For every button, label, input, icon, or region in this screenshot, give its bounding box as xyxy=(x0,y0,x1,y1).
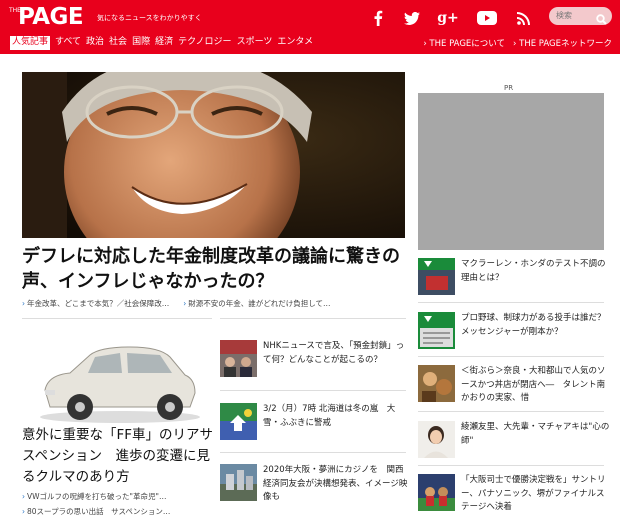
hero-related-link[interactable]: › 年金改革、どこまで本気？／社会保障改… xyxy=(22,298,169,309)
nav-item-economy[interactable]: 経済 xyxy=(155,36,173,50)
divider xyxy=(22,318,212,319)
news-thumbnail xyxy=(220,464,257,501)
hero-related-link-text: 財源不安の年金、誰がどれだけ負担して… xyxy=(188,299,331,308)
search-placeholder: 検索 xyxy=(556,11,572,20)
weather-thumbnail xyxy=(220,403,257,440)
advertisement[interactable] xyxy=(418,93,604,250)
news-list-item[interactable]: 2020年大阪・夢洲にカジノを 関西経済同友会が決構想発表、イメージ映像も xyxy=(220,464,408,514)
site-header: THE PAGE 気になるニュースをわかりやすく g+ 検索 人気記事 すべて … xyxy=(0,0,620,54)
nav-item-entertainment[interactable]: エンタメ xyxy=(277,36,313,50)
hero-image[interactable] xyxy=(22,72,405,238)
divider xyxy=(418,356,604,357)
news-headline: 2020年大阪・夢洲にカジノを 関西経済同友会が決構想発表、イメージ映像も xyxy=(263,465,408,502)
car-related-link[interactable]: › VWゴルフの呪縛を打ち破った"革命児"… xyxy=(22,489,212,504)
person-thumbnail xyxy=(418,421,455,458)
nav-item-society[interactable]: 社会 xyxy=(109,36,127,50)
hero-headline[interactable]: デフレに対応した年金制度改革の議論に驚きの声、インフレじゃなかったの？ xyxy=(22,244,405,294)
site-tagline: 気になるニュースをわかりやすく xyxy=(97,14,202,22)
divider xyxy=(220,318,406,319)
arrow-icon: › xyxy=(183,299,187,308)
news-headline: ＜街ぶら＞奈良・大和都山で人気のソースかつ丼店が閉店へ― タレント南かおりの実家… xyxy=(461,366,606,403)
network-link[interactable]: › THE PAGEネットワーク xyxy=(513,37,612,49)
youtube-icon[interactable] xyxy=(475,8,499,28)
hero-related-link[interactable]: › 財源不安の年金、誰がどれだけ負担して… xyxy=(183,298,330,309)
sidebar-news-item[interactable]: ＜街ぶら＞奈良・大和都山で人気のソースかつ丼店が閉店へ― タレント南かおりの実家… xyxy=(418,365,608,411)
car-article-image[interactable] xyxy=(30,335,205,427)
sidebar-news-item[interactable]: マクラーレン・ホンダのテスト不調の理由とは？ xyxy=(418,258,608,304)
news-headline: NHKニュースで言及、「預金封鎖」って何？どんなことが起こるの？ xyxy=(263,341,405,365)
search-input[interactable]: 検索 xyxy=(549,7,612,25)
news-list-item[interactable]: NHKニュースで言及、「預金封鎖」って何？どんなことが起こるの？ xyxy=(220,340,406,390)
divider xyxy=(220,452,406,453)
divider xyxy=(418,302,604,303)
nav-item-politics[interactable]: 政治 xyxy=(86,36,104,50)
nav-item-international[interactable]: 国際 xyxy=(132,36,150,50)
divider xyxy=(418,411,604,412)
news-thumbnail xyxy=(418,365,455,402)
baseball-thumbnail xyxy=(418,312,455,349)
divider xyxy=(220,390,406,391)
hero-related-links: › 年金改革、どこまで本気？／社会保障改… › 財源不安の年金、誰がどれだけ負担して… xyxy=(22,298,405,309)
news-headline: マクラーレン・ホンダのテスト不調の理由とは？ xyxy=(461,259,606,283)
divider xyxy=(418,465,604,466)
news-thumbnail xyxy=(418,474,455,511)
sidebar-news-item[interactable]: 綾瀬友里、大先輩・マチャアキは"心の師" xyxy=(418,421,610,467)
twitter-icon[interactable] xyxy=(402,8,422,28)
arrow-icon: › xyxy=(22,507,25,516)
news-headline: 綾瀬友里、大先輩・マチャアキは"心の師" xyxy=(461,422,610,446)
sidebar-news-item[interactable]: プロ野球、制球力がある投手は誰だ？ メッセンジャーが剛本か？ xyxy=(418,312,615,358)
about-link[interactable]: › THE PAGEについて xyxy=(423,37,505,49)
car-related-link-text: VWゴルフの呪縛を打ち破った"革命児"… xyxy=(27,492,167,501)
search-icon[interactable] xyxy=(596,10,607,29)
news-thumbnail xyxy=(220,340,257,377)
nav-item-popular[interactable]: 人気記事 xyxy=(10,36,51,50)
nav-item-all[interactable]: すべて xyxy=(55,36,81,50)
car-related-links: › VWゴルフの呪縛を打ち破った"革命児"… › 80スープラの思い出話 サスペンシ… xyxy=(22,489,212,519)
header-links: › THE PAGEについて › THE PAGEネットワーク xyxy=(415,37,612,49)
car-related-link[interactable]: › 80スープラの思い出話 サスペンション… xyxy=(22,504,212,519)
car-related-link-text: 80スープラの思い出話 サスペンション… xyxy=(27,507,171,516)
arrow-icon: › xyxy=(22,492,25,501)
sidebar-news-item[interactable]: 「大阪司士で優勝決定戦を」サントリー、パナソニック、堺がファイナルステージへ決着 xyxy=(418,474,608,520)
news-headline: 3/2（月）7時 北海道は冬の嵐 大雪・ふぶきに警戒 xyxy=(263,404,396,428)
nav-item-technology[interactable]: テクノロジー xyxy=(178,36,231,50)
rss-icon[interactable] xyxy=(513,8,533,28)
news-headline: 「大阪司士で優勝決定戦を」サントリー、パナソニック、堺がファイナルステージへ決着 xyxy=(461,475,606,512)
logo-small-text: THE xyxy=(9,7,21,14)
logo-main-text: PAGE xyxy=(18,4,84,30)
facebook-icon[interactable] xyxy=(368,8,388,28)
google-plus-icon[interactable]: g+ xyxy=(437,8,459,28)
news-list-item[interactable]: 3/2（月）7時 北海道は冬の嵐 大雪・ふぶきに警戒 xyxy=(220,403,406,453)
nav-item-sports[interactable]: スポーツ xyxy=(237,36,273,50)
news-headline: プロ野球、制球力がある投手は誰だ？ メッセンジャーが剛本か？ xyxy=(461,313,615,337)
car-article-headline[interactable]: 意外に重要な「FF車」のリアサスペンション 進歩の変遷に見るクルマのあり方 xyxy=(22,425,217,488)
pr-label: PR xyxy=(504,84,514,92)
category-nav: 人気記事 すべて 政治 社会 国際 経済 テクノロジー スポーツ エンタメ xyxy=(10,36,318,50)
news-thumbnail xyxy=(418,258,455,295)
arrow-icon: › xyxy=(22,299,25,308)
hero-related-link-text: 年金改革、どこまで本気？／社会保障改… xyxy=(27,299,170,308)
